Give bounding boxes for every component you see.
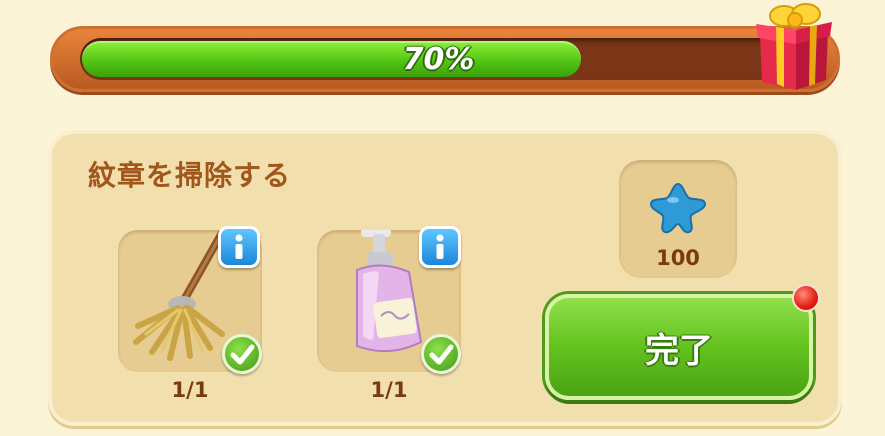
- item-count-soap: 1/1: [370, 378, 408, 402]
- item-slot-soap[interactable]: [317, 226, 461, 374]
- complete-button[interactable]: 完了: [545, 294, 813, 400]
- info-button-mop[interactable]: [218, 226, 260, 268]
- reward-amount: 100: [656, 246, 700, 270]
- item-slot-mop[interactable]: [118, 226, 262, 374]
- reward-slot: 100: [619, 160, 737, 278]
- item-count-mop: 1/1: [171, 378, 209, 402]
- info-icon: [235, 234, 243, 259]
- progress-track: 70%: [80, 38, 797, 80]
- quest-title: 紋章を掃除する: [88, 159, 292, 192]
- blue-star-icon: [649, 182, 707, 234]
- progress-bar: 70%: [50, 26, 840, 92]
- info-button-soap[interactable]: [419, 226, 461, 268]
- progress-percent-label: 70%: [402, 41, 475, 77]
- quest-panel: 紋章を掃除する 1/1 1/1 100 完了: [48, 130, 842, 426]
- checkmark-icon: [421, 334, 461, 374]
- gift-box-icon[interactable]: [752, 0, 834, 92]
- checkmark-icon: [222, 334, 262, 374]
- notification-dot: [792, 284, 820, 312]
- info-icon: [436, 234, 444, 259]
- complete-button-label: 完了: [645, 330, 713, 371]
